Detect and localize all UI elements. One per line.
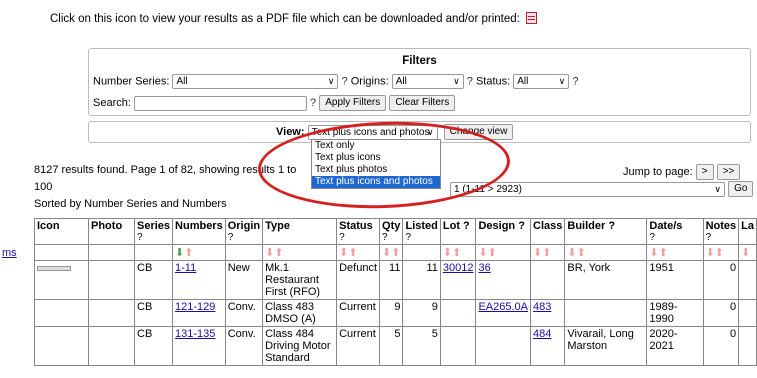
sort-down-active-icon: ⬇ — [175, 247, 185, 259]
sort-arrows-status[interactable]: ⬇⬆ — [336, 244, 381, 261]
header-class[interactable]: Class — [530, 218, 566, 245]
header-dates[interactable]: Date/s? — [646, 218, 704, 245]
last-page-button[interactable]: >> — [716, 164, 741, 180]
pdf-instruction-text: Click on this icon to view your results … — [50, 13, 520, 25]
row-icon — [34, 260, 89, 300]
filters-panel: Filters Number Series: All ∨ ? Origins: A… — [88, 48, 751, 116]
sort-arrows-lot[interactable]: ⬇⬆ — [439, 244, 477, 261]
clear-filters-button[interactable]: Clear Filters — [389, 95, 456, 111]
jump-to-page: Jump to page: > >> — [623, 164, 741, 180]
table-row: CB 131-135 Conv. Class 484 Driving Motor… — [34, 326, 757, 366]
chevron-down-icon: ∨ — [453, 76, 460, 86]
header-series[interactable]: Series? — [133, 218, 174, 245]
header-origin[interactable]: Origin? — [224, 218, 264, 245]
table-row: CB 121-129 Conv. Class 483 DMSO (A) Curr… — [34, 299, 757, 327]
header-builder[interactable]: Builder ? — [564, 218, 648, 245]
pdf-instruction: Click on this icon to view your results … — [50, 10, 538, 25]
sort-arrows-row: ⬇⬆ ⬇⬆ ⬇⬆ ⬇⬆ ⬇⬆ ⬇⬆ ⬇⬆ ⬇⬆ ⬇⬆ ⬇⬆ ⬇ — [34, 244, 757, 261]
sort-arrows-last[interactable]: ⬇ — [738, 244, 757, 261]
numbers-link[interactable]: 1-11 — [175, 262, 196, 274]
header-listed[interactable]: Listed? — [402, 218, 441, 245]
next-page-button[interactable]: > — [695, 164, 714, 180]
origins-help[interactable]: ? — [467, 75, 473, 87]
chevron-down-icon: ∨ — [327, 76, 335, 86]
header-qty[interactable]: Qty? — [379, 218, 404, 245]
number-series-help[interactable]: ? — [342, 75, 348, 87]
status-help[interactable]: ? — [572, 75, 578, 87]
header-lot[interactable]: Lot ? — [439, 218, 477, 245]
table-row: CB 1-11 New Mk.1 Restaurant First (RFO) … — [34, 260, 757, 300]
pdf-icon[interactable] — [526, 12, 538, 24]
go-button[interactable]: Go — [728, 181, 754, 197]
search-input[interactable] — [133, 95, 307, 111]
jump-to-page-label: Jump to page: — [623, 165, 693, 178]
filters-row-1: Number Series: All ∨ ? Origins: All ∨ ? St… — [93, 74, 578, 89]
chevron-down-icon: ∨ — [714, 183, 721, 194]
design-link[interactable]: EA265.0A — [478, 301, 528, 313]
header-design[interactable]: Design ? — [475, 218, 532, 245]
header-last[interactable]: La — [738, 218, 757, 245]
numbers-link[interactable]: 131-135 — [175, 328, 215, 340]
filters-title: Filters — [402, 55, 437, 67]
sort-arrows-design[interactable]: ⬇⬆ — [475, 244, 532, 261]
header-notes[interactable]: Notes? — [702, 218, 740, 245]
lot-link[interactable]: 30012 — [443, 262, 474, 274]
sort-arrows-dates[interactable]: ⬇⬆ — [646, 244, 704, 261]
chevron-down-icon: ∨ — [558, 76, 566, 86]
page-select-row: 1 (1-11 > 2923) ∨ Go — [450, 181, 754, 197]
header-photo: Photo — [88, 218, 135, 245]
class-link[interactable]: 483 — [533, 301, 551, 313]
class-link[interactable]: 484 — [533, 328, 551, 340]
table-header-row: Icon Photo Series? Numbers Origin? Type … — [34, 218, 757, 245]
sort-arrows-type[interactable]: ⬇⬆ — [262, 244, 338, 261]
sort-arrows-qty[interactable]: ⬇⬆ — [379, 244, 404, 261]
status-select[interactable]: All ∨ — [513, 74, 570, 89]
header-status[interactable]: Status? — [336, 218, 381, 245]
sort-arrows-numbers[interactable]: ⬇⬆ — [172, 244, 226, 261]
header-numbers[interactable]: Numbers — [172, 218, 226, 245]
sort-description: Sorted by Number Series and Numbers — [34, 198, 227, 210]
search-label: Search: — [93, 96, 131, 109]
sort-arrows-notes[interactable]: ⬇⬆ — [702, 244, 740, 261]
header-type[interactable]: Type — [262, 218, 338, 245]
search-help[interactable]: ? — [310, 97, 316, 109]
header-icon: Icon — [34, 218, 89, 245]
filters-row-2: Search: ? Apply Filters Clear Filters — [93, 95, 456, 111]
origins-label: Origins: — [350, 75, 389, 88]
apply-filters-button[interactable]: Apply Filters — [319, 95, 387, 111]
origins-select[interactable]: All ∨ — [391, 74, 464, 89]
left-edge-link-text[interactable]: ms — [2, 247, 17, 259]
status-label: Status: — [475, 75, 511, 88]
results-summary: 8127 results found. Page 1 of 82, showin… — [34, 164, 297, 176]
results-table: Icon Photo Series? Numbers Origin? Type … — [34, 218, 757, 366]
number-series-select[interactable]: All ∨ — [172, 74, 339, 89]
results-per-page: 100 — [34, 181, 53, 193]
sort-arrows-class[interactable]: ⬇⬆ — [530, 244, 566, 261]
train-icon — [37, 266, 71, 271]
numbers-link[interactable]: 121-129 — [175, 301, 215, 313]
number-series-label: Number Series: — [93, 75, 170, 88]
sort-arrows-builder[interactable]: ⬇⬆ — [564, 244, 648, 261]
design-link[interactable]: 36 — [478, 262, 490, 274]
left-edge-link[interactable]: ms — [2, 247, 17, 259]
